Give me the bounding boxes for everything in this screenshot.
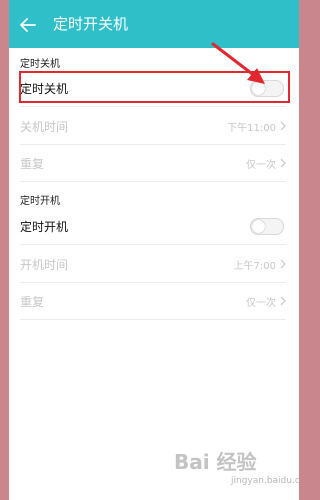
startup-time-label: 开机时间 xyxy=(20,257,69,272)
back-arrow-icon xyxy=(20,18,36,32)
shutdown-time-row[interactable]: 关机时间 下午11:00 xyxy=(20,108,286,145)
chevron-right-icon xyxy=(280,296,286,306)
shutdown-repeat-label: 重复 xyxy=(20,156,45,171)
shutdown-time-value-wrap: 下午11:00 xyxy=(227,119,286,134)
shutdown-toggle-label: 定时关机 xyxy=(20,81,69,96)
shutdown-time-value: 下午11:00 xyxy=(227,122,276,134)
toggle-knob xyxy=(252,81,265,95)
shutdown-repeat-value: 仅一次 xyxy=(246,159,276,171)
startup-toggle-switch[interactable] xyxy=(250,217,284,235)
section-label-shutdown: 定时关机 xyxy=(20,59,60,70)
app-header: 定时开关机 xyxy=(9,0,299,48)
startup-toggle-row[interactable]: 定时开机 xyxy=(20,208,286,245)
back-button[interactable] xyxy=(17,14,39,36)
startup-repeat-row[interactable]: 重复 仅一次 xyxy=(20,283,286,320)
watermark-url: jingyan.baidu.com xyxy=(231,476,299,486)
shutdown-toggle-switch[interactable] xyxy=(250,79,284,97)
shutdown-toggle-row[interactable]: 定时关机 xyxy=(20,70,286,107)
chevron-right-icon xyxy=(280,121,286,131)
startup-repeat-value-wrap: 仅一次 xyxy=(246,294,286,309)
watermark-logo: Bai 经验 xyxy=(174,450,257,474)
settings-screen: 定时开关机 定时关机 定时关机 关机时间 下午11:00 重复 仅一次 定时开机… xyxy=(9,0,299,500)
shutdown-repeat-row[interactable]: 重复 仅一次 xyxy=(20,145,286,182)
chevron-right-icon xyxy=(280,158,286,168)
startup-repeat-label: 重复 xyxy=(20,294,45,309)
shutdown-repeat-value-wrap: 仅一次 xyxy=(246,156,286,171)
startup-time-value-wrap: 上午7:00 xyxy=(234,257,286,272)
shutdown-time-label: 关机时间 xyxy=(20,119,69,134)
startup-time-value: 上午7:00 xyxy=(233,260,276,272)
toggle-knob xyxy=(252,219,265,233)
section-label-startup: 定时开机 xyxy=(20,196,60,207)
page-title: 定时开关机 xyxy=(53,15,129,33)
startup-time-row[interactable]: 开机时间 上午7:00 xyxy=(20,246,286,283)
startup-toggle-label: 定时开机 xyxy=(20,219,69,234)
chevron-right-icon xyxy=(280,259,286,269)
startup-repeat-value: 仅一次 xyxy=(246,297,276,309)
